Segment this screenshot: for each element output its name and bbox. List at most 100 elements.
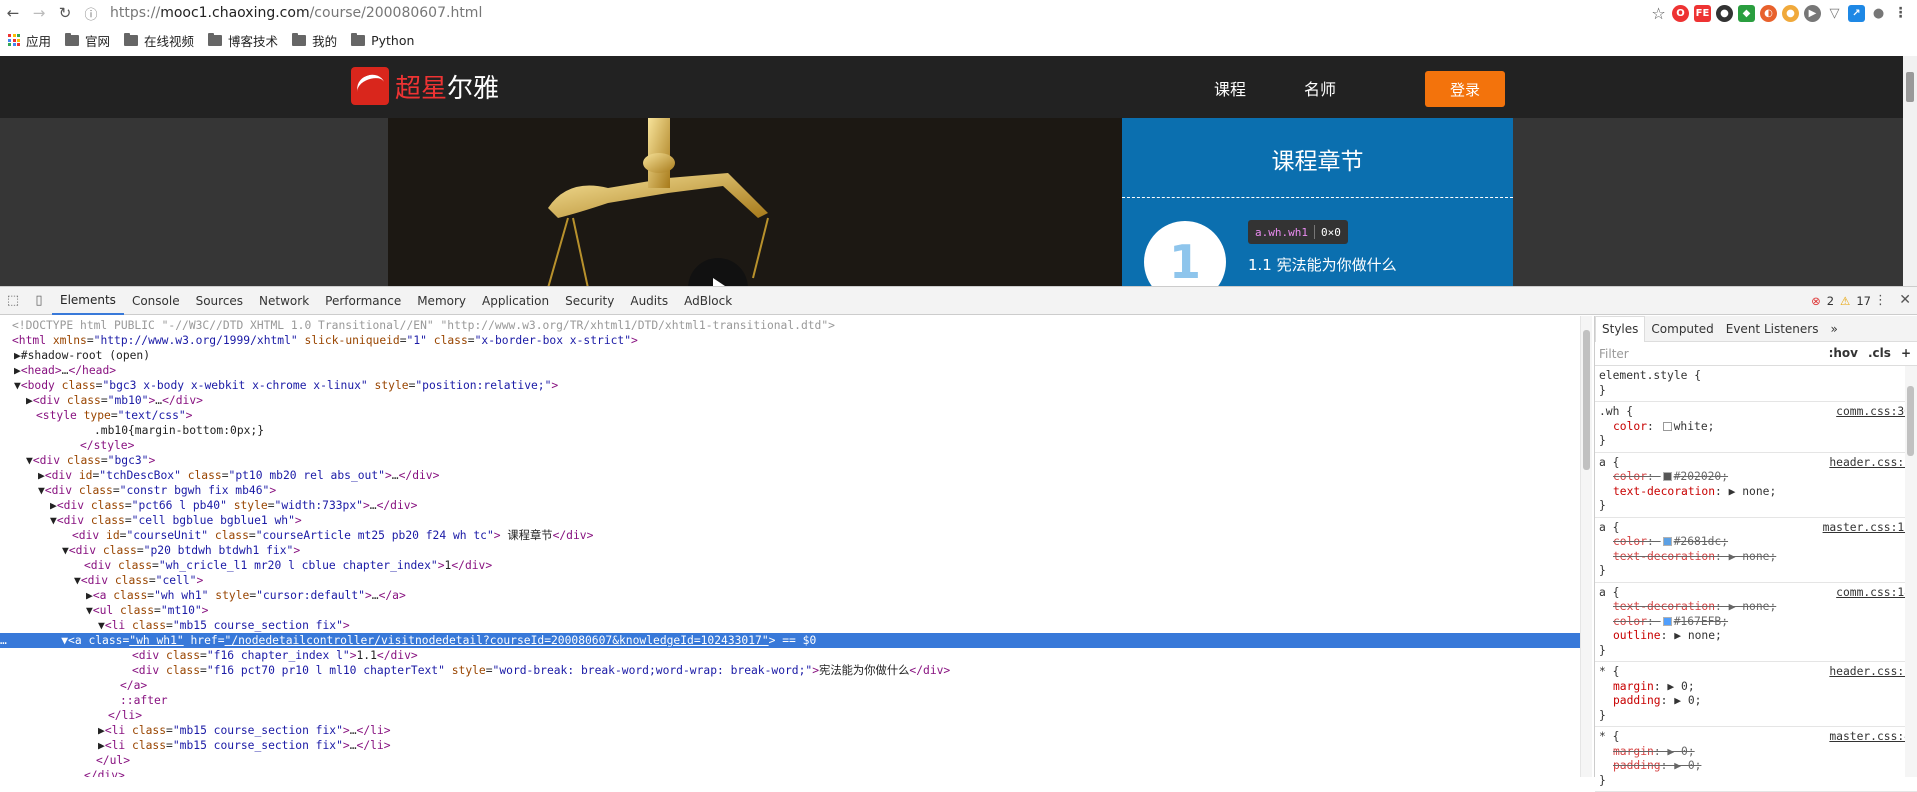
bookmark-mine[interactable]: 我的 — [292, 31, 337, 50]
style-rule[interactable]: comm.css:30 .wh {color: white;} — [1595, 402, 1917, 453]
tab-security[interactable]: Security — [557, 287, 622, 315]
tree-line[interactable]: ▶<a class="wh wh1" style="cursor:default… — [86, 588, 406, 603]
tree-line[interactable]: ▶<li class="mb15 course_section fix">…</… — [98, 738, 391, 753]
vue-extension-icon[interactable]: ▽ — [1826, 5, 1843, 22]
tree-line[interactable]: <div class="wh_cricle_l1 mr20 l cblue ch… — [84, 558, 492, 573]
tree-line[interactable]: <div class="f16 pct70 pr10 l ml10 chapte… — [132, 663, 950, 678]
chapter-link[interactable]: 1.1 宪法能为你做什么 — [1248, 254, 1397, 275]
colorful-extension-icon[interactable]: ◆ — [1738, 4, 1755, 22]
tab-adblock[interactable]: AdBlock — [676, 287, 740, 315]
rule-source[interactable]: header.css:5 — [1829, 665, 1911, 680]
style-rule[interactable]: header.css:8 a {color: #202020; text-decor… — [1595, 453, 1917, 518]
back-icon[interactable]: ← — [0, 0, 26, 26]
tree-line[interactable]: ▼<ul class="mt10"> — [86, 603, 208, 618]
tree-line[interactable]: <!DOCTYPE html PUBLIC "-//W3C//DTD XHTML… — [12, 318, 835, 333]
tree-line[interactable]: ▶<head>…</head> — [14, 363, 116, 378]
device-toolbar-icon[interactable]: ▯ — [26, 287, 52, 315]
tree-line[interactable]: <div id="courseUnit" class="courseArticl… — [72, 528, 593, 543]
tab-audits[interactable]: Audits — [622, 287, 676, 315]
login-button[interactable]: 登录 — [1425, 71, 1505, 107]
rule-source[interactable]: master.css:4 — [1829, 730, 1911, 745]
menu-icon[interactable]: ⋮ — [1892, 5, 1909, 22]
styles-filter[interactable]: Filter:hov .cls + — [1595, 342, 1917, 366]
bookmark-video[interactable]: 在线视频 — [124, 31, 194, 50]
tree-line[interactable]: ▼<div class="bgc3"> — [26, 453, 155, 468]
hov-toggle[interactable]: :hov — [1829, 346, 1858, 360]
tree-line[interactable]: .mb10{margin-bottom:0px;} — [94, 423, 264, 438]
scrollbar-thumb[interactable] — [1907, 386, 1914, 456]
tree-line[interactable]: <style type="text/css"> — [36, 408, 192, 423]
site-logo[interactable]: 超星尔雅 — [351, 67, 499, 105]
styles-scrollbar[interactable] — [1905, 366, 1917, 777]
nav-teachers[interactable]: 名师 — [1304, 76, 1336, 100]
tree-line[interactable]: ▶<div class="pct66 l pb40" style="width:… — [50, 498, 417, 513]
tree-line[interactable]: ▶#shadow-root (open) — [14, 348, 150, 363]
tree-line[interactable]: ▼<div class="cell"> — [74, 573, 203, 588]
opera-extension-icon[interactable]: O — [1672, 4, 1689, 22]
tree-line[interactable]: </style> — [80, 438, 134, 453]
tree-line-selected[interactable]: … ▼<a class="wh wh1" href="/nodedetailco… — [0, 633, 1580, 648]
page-scrollbar[interactable] — [1903, 56, 1917, 286]
elements-scrollbar[interactable] — [1580, 316, 1592, 777]
tab-performance[interactable]: Performance — [317, 287, 409, 315]
info-icon[interactable]: ⓘ — [78, 0, 104, 26]
scrollbar-thumb[interactable] — [1906, 72, 1914, 102]
bookmark-official[interactable]: 官网 — [65, 31, 110, 50]
reload-icon[interactable]: ↻ — [52, 0, 78, 26]
orange-extension-icon[interactable]: ◐ — [1760, 4, 1777, 22]
bookmark-blog[interactable]: 博客技术 — [208, 31, 278, 50]
tree-line[interactable]: ▼<div class="cell bgblue bgblue1 wh"> — [50, 513, 302, 528]
tree-line[interactable]: ▶<div id="tchDescBox" class="pt10 mb20 r… — [38, 468, 439, 483]
tab-event-listeners[interactable]: Event Listeners — [1720, 316, 1825, 342]
bookmark-python[interactable]: Python — [351, 32, 414, 48]
tab-overflow[interactable]: » — [1824, 316, 1843, 342]
inspect-element-icon[interactable]: ⬚ — [0, 287, 26, 315]
tab-elements[interactable]: Elements — [52, 287, 124, 315]
video-player[interactable] — [388, 118, 1122, 286]
nav-courses[interactable]: 课程 — [1214, 76, 1246, 100]
forward-icon[interactable]: → — [26, 0, 52, 26]
ghost-extension-icon[interactable]: ● — [1716, 4, 1733, 22]
tree-line[interactable]: ▼<body class="bgc3 x-body x-webkit x-chr… — [14, 378, 558, 393]
bookmark-apps[interactable]: 应用 — [8, 31, 51, 50]
elements-tree[interactable]: <!DOCTYPE html PUBLIC "-//W3C//DTD XHTML… — [0, 316, 1580, 777]
tab-network[interactable]: Network — [251, 287, 317, 315]
error-warning-counter[interactable]: ⊗ 2 ⚠ 17 — [1811, 294, 1871, 308]
new-rule-button[interactable]: + — [1901, 346, 1911, 360]
tree-line[interactable]: ▼<li class="mb15 course_section fix"> — [98, 618, 350, 633]
tree-line[interactable]: <html xmlns="http://www.w3.org/1999/xhtm… — [12, 333, 638, 348]
style-rule[interactable]: element.style {} — [1595, 366, 1917, 402]
blue-extension-icon[interactable]: ↗ — [1848, 4, 1865, 22]
tab-application[interactable]: Application — [474, 287, 557, 315]
style-rule[interactable]: master.css:10 a {color: #2681dc; text-deco… — [1595, 518, 1917, 583]
cls-toggle[interactable]: .cls — [1868, 346, 1891, 360]
tab-memory[interactable]: Memory — [409, 287, 474, 315]
tree-line[interactable]: </li> — [108, 708, 142, 723]
style-rule[interactable]: master.css:4 * {margin: ▶ 0; padding: ▶ 0;… — [1595, 727, 1917, 792]
close-icon[interactable]: ✕ — [1899, 292, 1911, 308]
rule-source[interactable]: header.css:8 — [1829, 456, 1911, 471]
rule-source[interactable]: comm.css:18 — [1836, 586, 1911, 601]
tab-styles[interactable]: Styles — [1595, 315, 1646, 342]
tree-line[interactable]: ▶<li class="mb15 course_section fix">…</… — [98, 723, 391, 738]
tab-console[interactable]: Console — [124, 287, 188, 315]
star-icon[interactable]: ☆ — [1650, 4, 1667, 23]
tree-line[interactable]: ▼<div class="constr bgwh fix mb46"> — [38, 483, 276, 498]
bulb-extension-icon[interactable]: ● — [1870, 5, 1887, 22]
cookie-extension-icon[interactable]: ● — [1782, 4, 1799, 22]
devtools-menu-icon[interactable]: ⋮ — [1874, 293, 1887, 308]
tree-line[interactable]: ▼<div class="p20 btdwh btdwh1 fix"> — [62, 543, 300, 558]
tree-line[interactable]: <div class="f16 chapter_index l">1.1</di… — [132, 648, 418, 663]
style-rule[interactable]: header.css:5 * {margin: ▶ 0; padding: ▶ 0;… — [1595, 662, 1917, 727]
play-extension-icon[interactable]: ▶ — [1804, 4, 1821, 22]
tab-sources[interactable]: Sources — [188, 287, 251, 315]
rule-source[interactable]: comm.css:30 — [1836, 405, 1911, 420]
tree-line[interactable]: ::after — [120, 693, 168, 708]
tab-computed[interactable]: Computed — [1645, 316, 1719, 342]
style-rule[interactable]: comm.css:18 a {text-decoration: ▶ none; co… — [1595, 583, 1917, 662]
rule-source[interactable]: master.css:10 — [1823, 521, 1911, 536]
tree-line[interactable]: ▶<div class="mb10">…</div> — [26, 393, 203, 408]
tree-line[interactable]: </a> — [120, 678, 147, 693]
scrollbar-thumb[interactable] — [1583, 330, 1590, 470]
tree-line[interactable]: </ul> — [96, 753, 130, 768]
